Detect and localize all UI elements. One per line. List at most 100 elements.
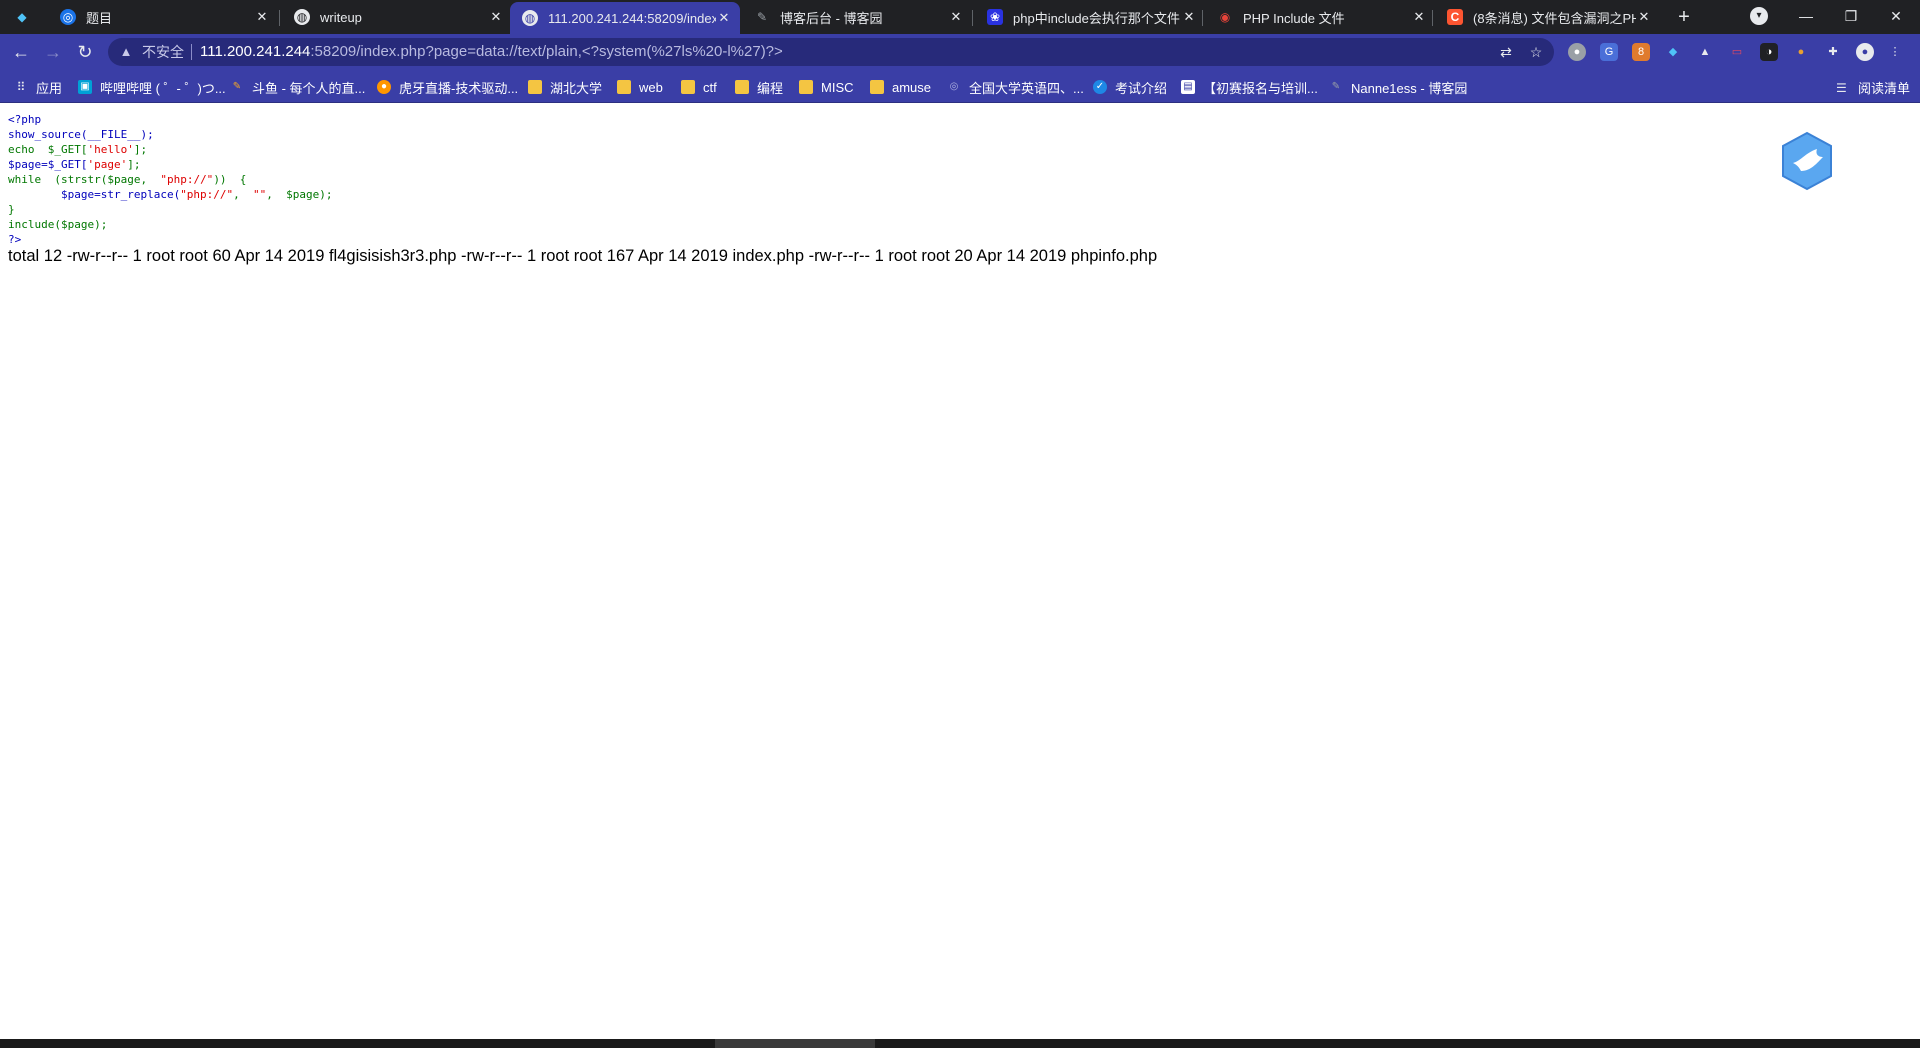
tab-divider: [972, 10, 973, 26]
tab-title: 题目: [86, 10, 113, 26]
url-text[interactable]: 111.200.241.244:58209/index.php?page=dat…: [200, 43, 783, 61]
floating-bird-widget-icon[interactable]: [1779, 131, 1835, 191]
huya-icon: ●: [377, 80, 391, 94]
translate-icon[interactable]: ⇄: [1498, 44, 1514, 60]
tab-0[interactable]: ◎ 题目 ✕: [48, 4, 278, 30]
bookmark-star-icon[interactable]: ☆: [1528, 44, 1544, 60]
bookmark-exam[interactable]: ✓ 考试介绍: [1093, 78, 1167, 96]
tab-close-icon[interactable]: ✕: [948, 9, 964, 25]
profile-avatar-icon[interactable]: ●: [1856, 43, 1874, 61]
gem-extension-icon[interactable]: ◆: [1664, 43, 1682, 61]
tab-3[interactable]: ✎ 博客后台 - 博客园 ✕: [742, 4, 972, 30]
apps-grid-icon: ⠿: [16, 80, 26, 94]
folder-icon: [681, 80, 695, 94]
tab-close-icon[interactable]: ✕: [1411, 9, 1427, 25]
code-line: ?>: [8, 233, 22, 246]
extension-badge-count: 8: [1637, 46, 1645, 58]
tab-divider: [1432, 10, 1433, 26]
folder-icon: [870, 80, 884, 94]
folder-icon: [528, 80, 542, 94]
bookmark-label: amuse: [892, 79, 932, 95]
bookmark-label: 虎牙直播-技术驱动...: [399, 80, 519, 96]
tab-favicon-globe-icon: ◍: [522, 10, 538, 26]
code-line: show_source(__FILE__);: [8, 128, 154, 141]
tab-strip: ◆ ◎ 题目 ✕ ◍ writeup ✕ ◍ 111.200.241.244:5…: [0, 0, 1920, 34]
minimize-icon[interactable]: —: [1786, 4, 1826, 28]
tab-title: 博客后台 - 博客园: [780, 10, 883, 26]
tab-1[interactable]: ◍ writeup ✕: [282, 4, 512, 30]
code-line: <?php: [8, 113, 42, 126]
folder-icon: [617, 80, 631, 94]
bookmark-contest[interactable]: ▤ 【初赛报名与培训...: [1181, 78, 1318, 96]
tab-close-icon[interactable]: ✕: [716, 10, 732, 26]
mountain-extension-icon[interactable]: ▲: [1696, 43, 1714, 61]
url-divider: [191, 44, 192, 60]
menu-kebab-icon[interactable]: ⋮: [1886, 43, 1904, 61]
csdn-icon: C: [1447, 9, 1463, 25]
tab-divider: [279, 10, 280, 26]
code-token: $page=$_GET[: [8, 158, 88, 171]
reading-list-icon: ☰: [1836, 80, 1847, 95]
tab-close-icon[interactable]: ✕: [254, 9, 270, 25]
tab-4[interactable]: ❀ php中include会执行那个文件 ✕: [975, 4, 1205, 30]
security-label[interactable]: 不安全: [142, 44, 184, 60]
puzzle-extensions-icon[interactable]: ✚: [1824, 43, 1842, 61]
tab-close-icon[interactable]: ✕: [488, 9, 504, 25]
baidu-paw-icon: ❀: [987, 9, 1003, 25]
tab-5[interactable]: ◉ PHP Include 文件 ✕: [1205, 4, 1435, 30]
bookmark-folder-hubei[interactable]: 湖北大学: [528, 78, 602, 96]
address-bar[interactable]: ▲ 不安全 111.200.241.244:58209/index.php?pa…: [108, 38, 1554, 66]
taskbar-active-item[interactable]: [715, 1039, 875, 1048]
tab-close-icon[interactable]: ✕: [1636, 9, 1652, 25]
bookmark-folder-web[interactable]: web: [617, 78, 663, 96]
reload-icon[interactable]: ↻: [73, 40, 97, 64]
bookmark-bilibili[interactable]: ▣ 哔哩哔哩 ( ゜- ゜)つ...: [78, 78, 226, 96]
code-string: "php://": [180, 188, 234, 201]
bookmark-folder-ctf[interactable]: ctf: [681, 78, 717, 96]
cnblogs-icon: ✎: [1331, 81, 1341, 92]
bookmark-label: Nanne1ess - 博客园: [1351, 80, 1468, 96]
pinned-tab[interactable]: ◆: [14, 4, 34, 30]
tab-close-icon[interactable]: ✕: [1181, 9, 1197, 25]
cookie-extension-icon[interactable]: ●: [1792, 43, 1810, 61]
back-arrow-icon[interactable]: ←: [9, 40, 33, 64]
bookmark-huya[interactable]: ● 虎牙直播-技术驱动...: [377, 78, 518, 96]
extension-badge-icon[interactable]: 8: [1632, 43, 1650, 61]
bookmark-apps[interactable]: ⠿ 应用: [14, 78, 62, 96]
code-token: ,: [233, 188, 254, 201]
bookmark-label: ctf: [703, 79, 717, 95]
code-token: ];: [127, 158, 141, 171]
mask-extension-icon[interactable]: ◑: [1760, 43, 1778, 61]
tab-6[interactable]: C (8条消息) 文件包含漏洞之PHP ✕: [1435, 4, 1660, 30]
code-line: }: [8, 203, 15, 216]
code-line: include($page);: [8, 218, 108, 231]
os-taskbar: [0, 1039, 1920, 1048]
maximize-icon[interactable]: ❐: [1831, 4, 1871, 28]
translate-extension-icon[interactable]: G: [1600, 43, 1618, 61]
bilibili-icon: ▣: [78, 80, 92, 94]
tab-search-chevron-icon[interactable]: ▾: [1750, 7, 1768, 25]
bookmark-label: 应用: [36, 80, 63, 96]
screen-extension-icon[interactable]: ▭: [1728, 43, 1746, 61]
bookmark-cet[interactable]: ◎ 全国大学英语四、...: [947, 78, 1084, 96]
php-source-code: <?php show_source(__FILE__); echo $_GET[…: [8, 112, 333, 247]
bookmark-folder-programming[interactable]: 编程: [735, 78, 783, 96]
bookmark-label: web: [639, 79, 663, 95]
tab-2-active[interactable]: ◍ 111.200.241.244:58209/index ✕: [510, 2, 740, 34]
new-tab-plus-icon[interactable]: +: [1672, 5, 1696, 29]
bookmark-cnblogs[interactable]: ✎ Nanne1ess - 博客园: [1329, 78, 1468, 96]
warning-triangle-icon[interactable]: ▲: [118, 44, 134, 60]
browser-toolbar: ← → ↻ ▲ 不安全 111.200.241.244:58209/index.…: [0, 34, 1920, 70]
forward-arrow-icon[interactable]: →: [41, 40, 65, 64]
tab-title: PHP Include 文件: [1243, 10, 1345, 26]
code-token: while (strstr($page,: [8, 173, 161, 186]
bookmark-folder-amuse[interactable]: amuse: [870, 78, 931, 96]
bookmark-douyu[interactable]: ✎ 斗鱼 - 每个人的直...: [230, 78, 366, 96]
close-window-icon[interactable]: ✕: [1876, 4, 1916, 28]
bookmark-folder-misc[interactable]: MISC: [799, 78, 854, 96]
url-path: :58209/index.php?page=data://text/plain,…: [310, 43, 783, 60]
extension-circle-icon[interactable]: ●: [1568, 43, 1586, 61]
cnblogs-icon: ✎: [756, 10, 768, 24]
reading-list-button[interactable]: ☰ 阅读清单: [1836, 78, 1910, 97]
tab-title: writeup: [320, 9, 362, 25]
